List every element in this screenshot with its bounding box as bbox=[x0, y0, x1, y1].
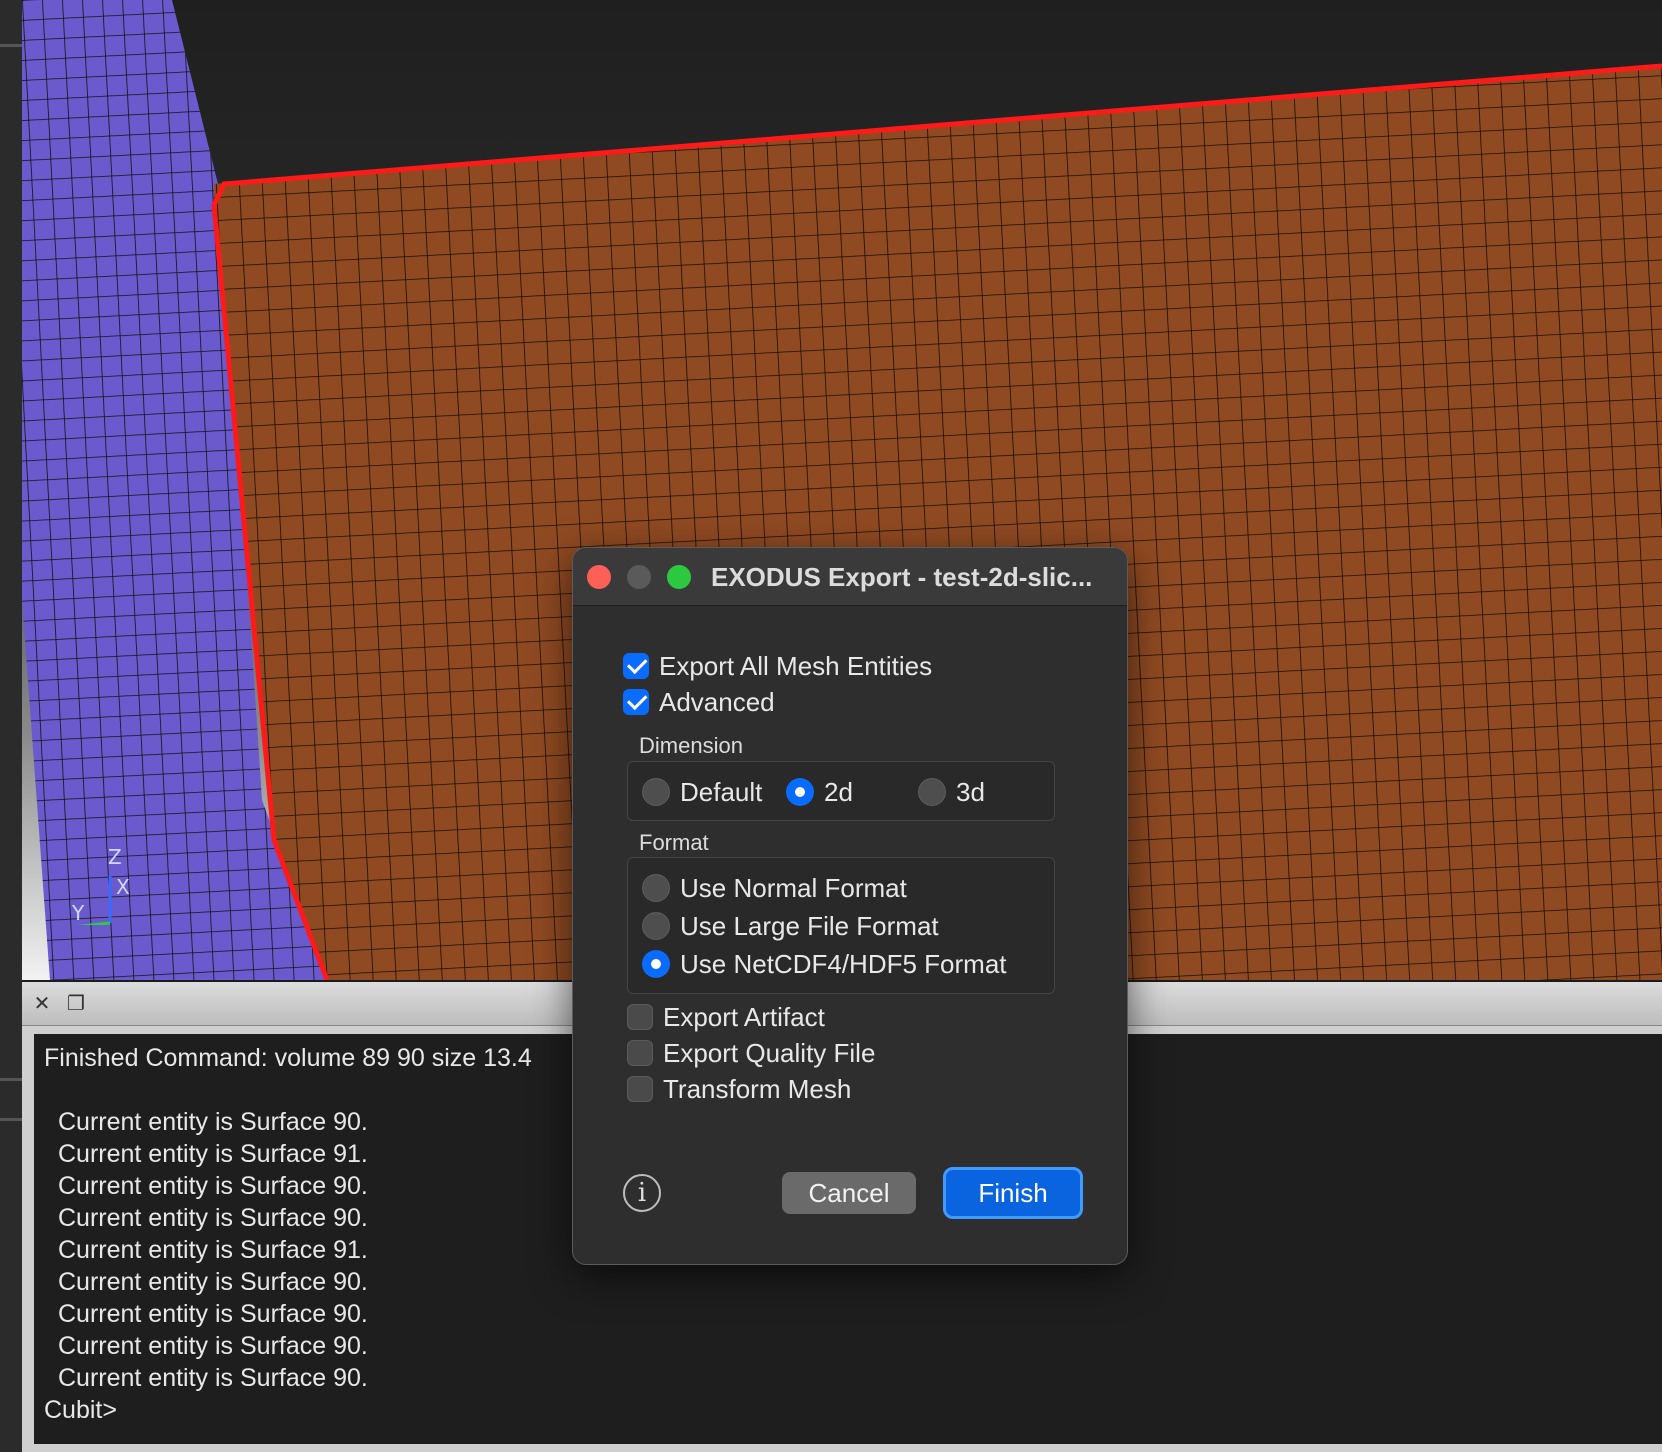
checkbox-label: Transform Mesh bbox=[663, 1073, 852, 1104]
use-netcdf4-hdf5-format-radio[interactable]: Use NetCDF4/HDF5 Format bbox=[642, 948, 1007, 980]
checkbox-checked-icon bbox=[623, 653, 649, 679]
checkbox-checked-icon bbox=[623, 689, 649, 715]
strip-divider bbox=[0, 1078, 22, 1081]
console-line: Current entity is Surface 90. bbox=[58, 1268, 368, 1296]
dimension-group: Default 2d 3d bbox=[627, 761, 1055, 821]
dimension-default-radio[interactable]: Default bbox=[642, 776, 762, 808]
format-group: Use Normal Format Use Large File Format … bbox=[627, 857, 1055, 994]
cancel-button[interactable]: Cancel bbox=[782, 1172, 916, 1214]
radio-selected-icon bbox=[786, 778, 814, 806]
radio-label: Default bbox=[680, 776, 763, 807]
window-minimize-button bbox=[627, 565, 651, 589]
transform-mesh-checkbox[interactable]: Transform Mesh bbox=[627, 1073, 851, 1105]
use-large-file-format-radio[interactable]: Use Large File Format bbox=[642, 910, 939, 942]
radio-selected-icon bbox=[642, 950, 670, 978]
checkbox-unchecked-icon bbox=[627, 1004, 653, 1030]
radio-unselected-icon bbox=[642, 912, 670, 940]
radio-label: Use Large File Format bbox=[680, 910, 939, 941]
close-icon[interactable]: ✕ bbox=[30, 992, 54, 1016]
exodus-export-dialog: EXODUS Export - test-2d-slic... Export A… bbox=[572, 547, 1128, 1265]
radio-label: 2d bbox=[824, 776, 853, 807]
checkbox-label: Export Quality File bbox=[663, 1037, 876, 1068]
radio-unselected-icon bbox=[642, 874, 670, 902]
export-all-mesh-entities-checkbox[interactable]: Export All Mesh Entities bbox=[623, 650, 932, 682]
console-line: Current entity is Surface 90. bbox=[58, 1332, 368, 1360]
triad-arrows bbox=[76, 875, 112, 925]
checkbox-label: Advanced bbox=[659, 686, 775, 717]
axis-triad: Z X Y bbox=[52, 845, 130, 925]
advanced-checkbox[interactable]: Advanced bbox=[623, 686, 775, 718]
undock-icon[interactable]: ❐ bbox=[64, 992, 88, 1016]
strip-divider bbox=[0, 1118, 22, 1121]
radio-label: Use Normal Format bbox=[680, 872, 907, 903]
window-close-button[interactable] bbox=[587, 565, 611, 589]
checkbox-unchecked-icon bbox=[627, 1076, 653, 1102]
checkbox-unchecked-icon bbox=[627, 1040, 653, 1066]
console-line: Current entity is Surface 90. bbox=[58, 1364, 368, 1392]
radio-unselected-icon bbox=[918, 778, 946, 806]
window-zoom-button[interactable] bbox=[667, 565, 691, 589]
dimension-group-label: Dimension bbox=[639, 733, 743, 758]
radio-label: Use NetCDF4/HDF5 Format bbox=[680, 948, 1007, 979]
info-icon[interactable]: i bbox=[623, 1174, 661, 1212]
radio-unselected-icon bbox=[642, 778, 670, 806]
export-artifact-checkbox[interactable]: Export Artifact bbox=[627, 1001, 825, 1033]
dimension-3d-radio[interactable]: 3d bbox=[918, 776, 985, 808]
checkbox-label: Export Artifact bbox=[663, 1001, 825, 1032]
finish-button[interactable]: Finish bbox=[943, 1167, 1083, 1219]
use-normal-format-radio[interactable]: Use Normal Format bbox=[642, 872, 907, 904]
strip-divider bbox=[0, 44, 22, 47]
left-app-strip bbox=[0, 0, 22, 1452]
export-quality-file-checkbox[interactable]: Export Quality File bbox=[627, 1037, 875, 1069]
dialog-titlebar[interactable]: EXODUS Export - test-2d-slic... bbox=[573, 548, 1127, 606]
dialog-title: EXODUS Export - test-2d-slic... bbox=[711, 562, 1093, 592]
radio-label: 3d bbox=[956, 776, 985, 807]
format-group-label: Format bbox=[639, 830, 709, 855]
console-line: Current entity is Surface 90. bbox=[58, 1300, 368, 1328]
console-prompt[interactable]: Cubit> bbox=[44, 1394, 1652, 1426]
dimension-2d-radio[interactable]: 2d bbox=[786, 776, 853, 808]
checkbox-label: Export All Mesh Entities bbox=[659, 650, 933, 681]
